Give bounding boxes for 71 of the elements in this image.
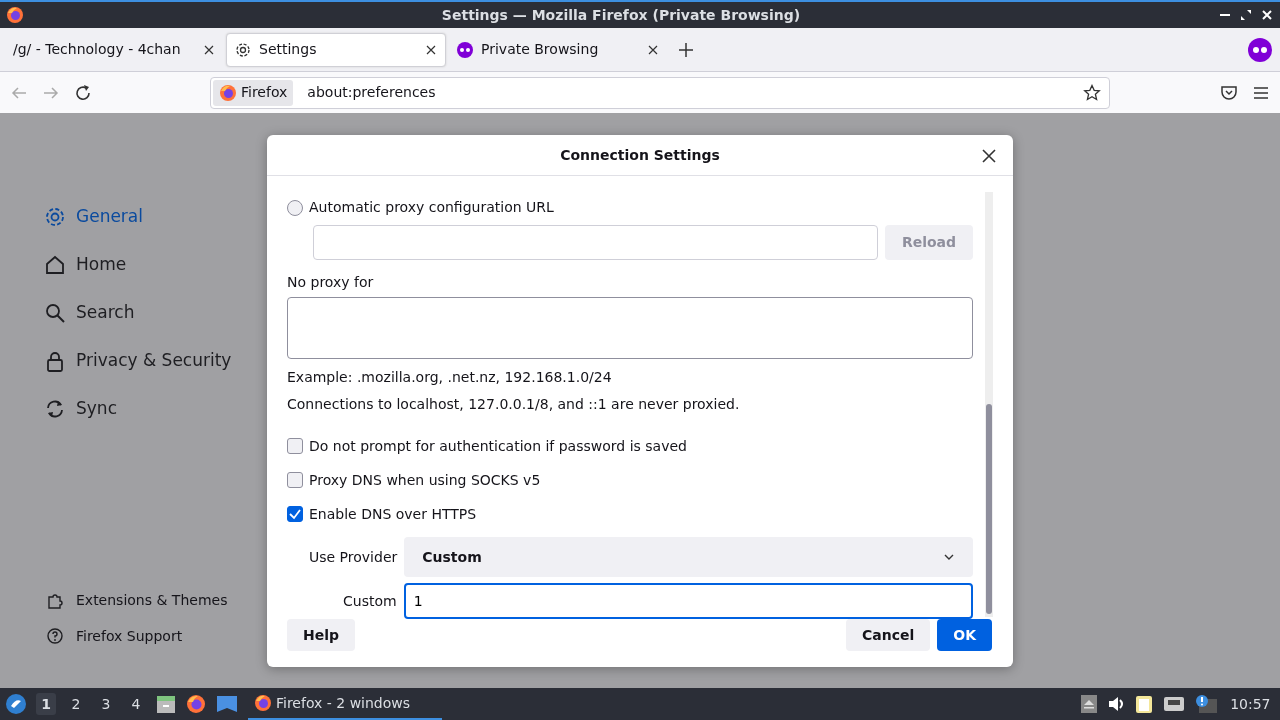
close-icon[interactable]: [647, 43, 659, 56]
help-icon: [46, 627, 64, 645]
field-label: Use Provider: [309, 547, 398, 567]
sidebar-link[interactable]: Firefox Support: [44, 624, 267, 648]
search-icon: [44, 302, 66, 324]
example-text: Example: .mozilla.org, .net.nz, 192.168.1.0/24: [287, 368, 613, 388]
workspace-button[interactable]: 4: [126, 693, 146, 715]
sidebar-item[interactable]: Sync: [44, 385, 267, 433]
reload-icon[interactable]: [74, 83, 92, 102]
close-icon[interactable]: [1260, 8, 1274, 22]
clipboard-icon[interactable]: [1134, 694, 1153, 714]
radio-label: Automatic proxy configuration URL: [309, 198, 554, 217]
firefox-logo-icon[interactable]: [186, 694, 206, 714]
volume-icon[interactable]: [1106, 695, 1125, 713]
lock-icon: [44, 350, 66, 372]
checkbox-label: Proxy DNS when using SOCKS v5: [309, 470, 541, 490]
maximize-icon[interactable]: [1239, 8, 1253, 22]
firefox-logo-icon: [219, 83, 237, 102]
provider-dropdown[interactable]: Custom: [404, 537, 973, 577]
checkbox[interactable]: [287, 438, 303, 455]
bookmark-star-icon[interactable]: [1083, 83, 1101, 102]
browser-tab[interactable]: Settings: [226, 32, 446, 67]
cancel-button[interactable]: Cancel: [845, 619, 931, 651]
taskbar-task[interactable]: Firefox - 2 windows: [248, 688, 442, 720]
no-proxy-field[interactable]: [287, 297, 973, 360]
gear-icon: [44, 206, 66, 228]
checkbox-label: Do not prompt for authentication if password is saved: [309, 436, 687, 456]
eject-icon[interactable]: [1080, 695, 1097, 713]
new-tab-icon[interactable]: [678, 41, 694, 58]
network-icon[interactable]: [1162, 695, 1185, 713]
note-text: Connections to localhost, 127.0.0.1/8, and ::1 are never proxied.: [287, 395, 741, 415]
firefox-logo-icon: [6, 6, 24, 24]
sidebar-item[interactable]: Privacy & Security: [44, 337, 267, 385]
window-title: Settings — Mozilla Firefox (Private Browsing): [440, 5, 802, 25]
sidebar-item[interactable]: Search: [44, 289, 267, 337]
notification-icon[interactable]: [1194, 694, 1217, 714]
scrollbar[interactable]: [985, 192, 993, 617]
puzzle-icon: [46, 591, 64, 609]
sidebar-link[interactable]: Extensions & Themes: [44, 588, 267, 612]
url-field[interactable]: about:preferences: [307, 82, 1083, 103]
mask-icon: [457, 41, 473, 58]
close-icon[interactable]: [425, 43, 437, 56]
window-icon[interactable]: [216, 694, 238, 714]
checkbox[interactable]: [287, 506, 303, 523]
ok-button[interactable]: OK: [937, 619, 992, 651]
close-icon[interactable]: [203, 43, 215, 56]
workspace-button[interactable]: 2: [66, 693, 86, 715]
gear-icon: [235, 41, 251, 58]
browser-tab[interactable]: Private Browsing: [448, 32, 668, 67]
field-label: No proxy for: [287, 274, 374, 290]
browser-tab[interactable]: /g/ - Technology - 4chan: [4, 32, 224, 67]
checkbox-label: Enable DNS over HTTPS: [309, 504, 477, 524]
url-input-field[interactable]: [313, 225, 878, 260]
workspace-button[interactable]: 3: [96, 693, 116, 715]
field-label: Custom: [343, 591, 397, 611]
start-menu-icon[interactable]: [6, 694, 26, 714]
firefox-logo-icon: [254, 694, 272, 712]
mask-icon: [1248, 37, 1272, 62]
identity-button[interactable]: Firefox: [213, 79, 294, 106]
sidebar-item[interactable]: Home: [44, 241, 267, 289]
help-button[interactable]: Help: [287, 619, 356, 651]
dialog-title: Connection Settings: [560, 145, 720, 165]
custom-url-field[interactable]: 1: [403, 583, 973, 619]
sync-icon: [44, 398, 66, 420]
file-cabinet-icon[interactable]: [156, 694, 176, 714]
pocket-icon[interactable]: [1220, 83, 1238, 102]
workspace-button[interactable]: 1: [36, 693, 56, 715]
radio-button[interactable]: [287, 199, 303, 216]
clock: 10:57: [1230, 694, 1271, 714]
home-icon: [44, 254, 66, 276]
checkbox[interactable]: [287, 472, 303, 489]
